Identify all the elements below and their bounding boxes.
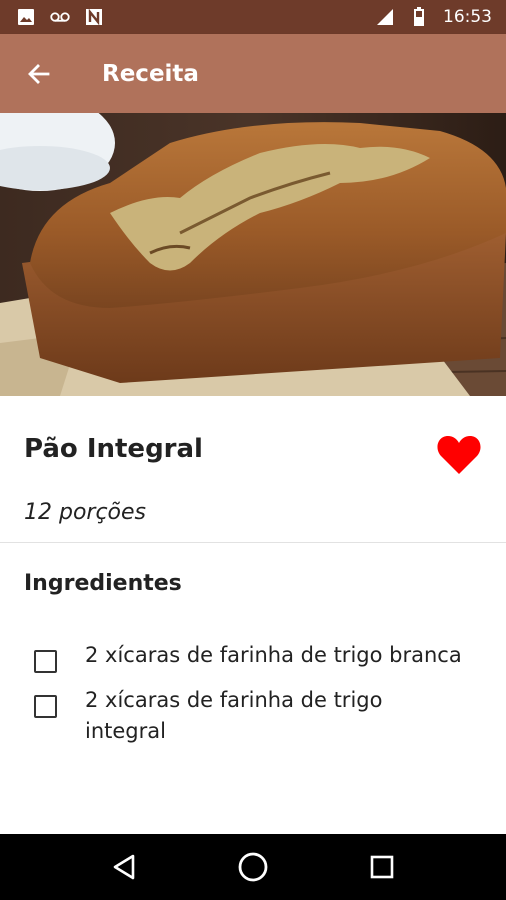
ingredient-text: 2 xícaras de farinha de trigo integral xyxy=(85,688,383,743)
favorite-button[interactable] xyxy=(436,434,482,476)
back-button[interactable] xyxy=(18,53,60,95)
battery-icon xyxy=(409,7,429,27)
n-icon xyxy=(84,7,104,27)
ingredient-item[interactable]: 2 xícaras de farinha de trigo integral xyxy=(0,685,506,747)
image-icon xyxy=(16,7,36,27)
square-recents-icon xyxy=(370,855,393,879)
navigation-bar xyxy=(0,834,506,900)
triangle-back-icon xyxy=(114,854,135,880)
signal-icon xyxy=(375,7,395,27)
recipe-image xyxy=(0,113,506,396)
status-bar: 16:53 xyxy=(0,0,506,34)
ingredients-heading: Ingredientes xyxy=(24,571,182,596)
clock: 16:53 xyxy=(443,7,492,27)
ingredients-list: 2 xícaras de farinha de trigo branca 2 x… xyxy=(0,640,506,766)
recipe-portions: 12 porções xyxy=(24,500,147,525)
ingredient-checkbox[interactable] xyxy=(34,650,57,673)
voicemail-icon xyxy=(50,7,70,27)
app-bar: Receita xyxy=(0,34,506,113)
app-bar-title: Receita xyxy=(102,60,199,87)
nav-recents-button[interactable] xyxy=(362,847,402,887)
circle-home-icon xyxy=(238,852,268,882)
nav-home-button[interactable] xyxy=(233,847,273,887)
ingredient-text: 2 xícaras de farinha de trigo branca xyxy=(85,643,462,667)
arrow-back-icon xyxy=(28,63,50,84)
heart-icon xyxy=(437,436,481,474)
ingredient-checkbox[interactable] xyxy=(34,695,57,718)
ingredient-item[interactable]: 2 xícaras de farinha de trigo branca xyxy=(0,640,506,673)
recipe-title: Pão Integral xyxy=(24,434,203,464)
divider xyxy=(0,542,506,543)
nav-back-button[interactable] xyxy=(104,847,144,887)
